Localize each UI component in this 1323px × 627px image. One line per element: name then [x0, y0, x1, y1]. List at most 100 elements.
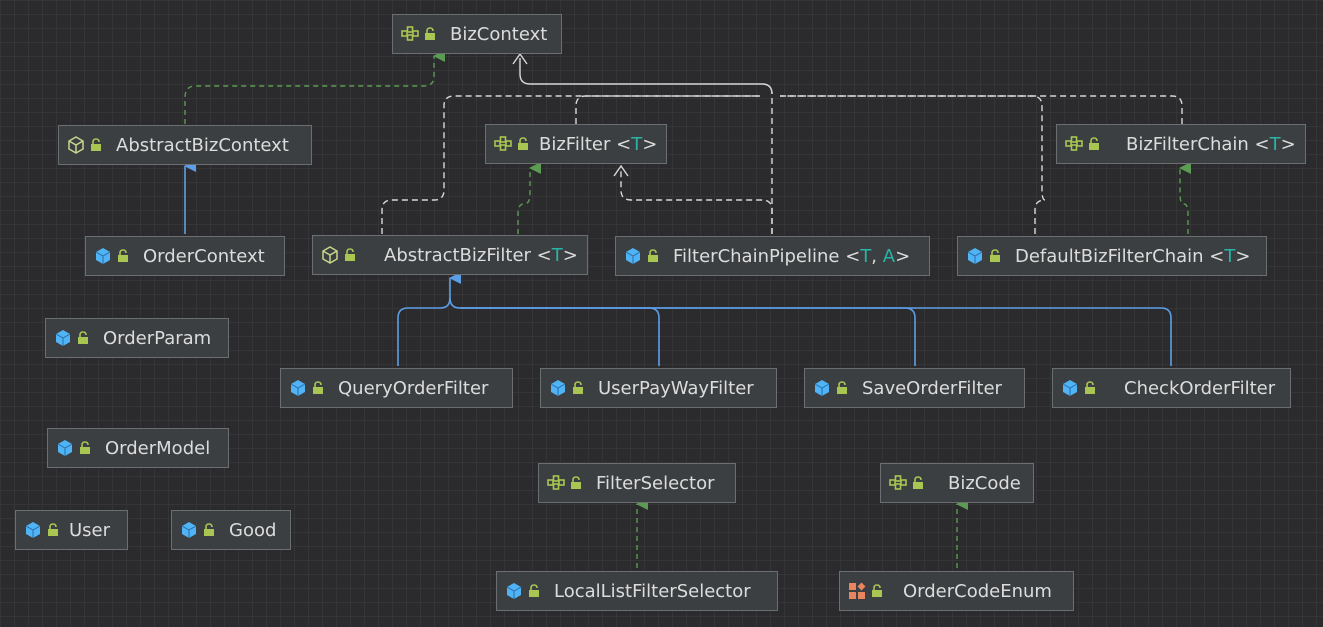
class-icon: [814, 380, 830, 396]
class-icon: [550, 380, 566, 396]
lock-icon: [518, 137, 528, 150]
interface-icon: [889, 475, 907, 490]
edge-check-filter-extends: [460, 307, 1172, 366]
abstract-class-icon: [322, 246, 338, 264]
enum-icon: [849, 582, 866, 599]
node-check-order-filter[interactable]: CheckOrderFilter: [1052, 368, 1291, 408]
interface-icon: [401, 26, 419, 41]
lock-icon: [913, 476, 923, 489]
node-good[interactable]: Good: [171, 510, 291, 550]
type-open: <: [616, 133, 632, 155]
class-name: LocalListFilterSelector: [554, 580, 751, 602]
class-name: BizCode: [948, 472, 1021, 494]
edge-default-chain-to-biz-context: [780, 95, 1046, 234]
node-order-model[interactable]: OrderModel: [47, 428, 229, 468]
class-icon: [1062, 380, 1078, 396]
class-icon: [625, 248, 641, 264]
interface-icon: [494, 136, 512, 151]
type-close: >: [895, 245, 911, 267]
node-biz-filter-chain[interactable]: BizFilterChain < T >: [1056, 124, 1306, 164]
class-icon: [95, 248, 111, 264]
lock-icon: [313, 381, 323, 394]
node-default-biz-filter-chain[interactable]: DefaultBizFilterChain < T >: [957, 236, 1267, 276]
type-param: T: [860, 245, 872, 267]
lock-icon: [91, 138, 101, 151]
node-order-code-enum[interactable]: OrderCodeEnum: [839, 571, 1074, 611]
type-close: >: [562, 244, 578, 266]
edge-abstract-biz-filter-to-biz-context: [381, 95, 760, 234]
class-name: SaveOrderFilter: [862, 377, 1002, 399]
node-local-list-filter-selector[interactable]: LocalListFilterSelector: [496, 571, 778, 611]
class-icon: [181, 522, 197, 538]
edge-query-filter-extends: [397, 272, 461, 366]
lock-icon: [118, 249, 128, 262]
class-name: BizFilter: [539, 133, 611, 155]
type-open: <: [1254, 133, 1270, 155]
lock-icon: [204, 523, 214, 536]
class-name: UserPayWayFilter: [598, 377, 754, 399]
class-name: OrderContext: [143, 245, 265, 267]
abstract-class-icon: [68, 136, 84, 154]
lock-icon: [872, 584, 882, 597]
class-icon: [290, 380, 306, 396]
lock-icon: [990, 249, 1000, 262]
edge-biz-filter-to-biz-context: [575, 95, 760, 124]
edge-pipeline-to-biz-filter: [620, 168, 773, 234]
type-close: >: [1235, 245, 1251, 267]
lock-icon: [1085, 381, 1095, 394]
lock-icon: [529, 584, 539, 597]
lock-icon: [1089, 137, 1099, 150]
node-order-param[interactable]: OrderParam: [45, 318, 229, 358]
class-name: DefaultBizFilterChain: [1015, 245, 1204, 267]
node-biz-code[interactable]: BizCode: [880, 463, 1034, 503]
class-name: AbstractBizContext: [116, 134, 289, 156]
type-param: A: [882, 245, 896, 267]
node-save-order-filter[interactable]: SaveOrderFilter: [804, 368, 1025, 408]
lock-icon: [80, 441, 90, 454]
lock-icon: [48, 523, 58, 536]
class-icon: [55, 330, 71, 346]
lock-icon: [78, 331, 88, 344]
interface-icon: [1065, 136, 1083, 151]
edge-abstract-biz-context-implements-biz-context: [184, 50, 445, 124]
edge-save-filter-extends: [460, 307, 916, 366]
node-order-context[interactable]: OrderContext: [85, 236, 285, 276]
lock-icon: [573, 381, 583, 394]
type-param: T: [1224, 245, 1236, 267]
node-user[interactable]: User: [15, 510, 128, 550]
type-param: T: [1269, 133, 1281, 155]
type-open: <: [1209, 245, 1225, 267]
class-name: FilterChainPipeline: [673, 245, 840, 267]
type-close: >: [642, 133, 658, 155]
edge-abstract-biz-filter-implements-biz-filter: [517, 162, 541, 234]
class-name: OrderModel: [105, 437, 211, 459]
node-abstract-biz-context[interactable]: AbstractBizContext: [58, 125, 312, 165]
type-separator: ,: [871, 245, 883, 267]
class-name: OrderParam: [103, 327, 212, 349]
class-name: FilterSelector: [596, 472, 715, 494]
node-filter-selector[interactable]: FilterSelector: [538, 463, 736, 503]
edge-default-chain-implements-chain: [1179, 162, 1191, 234]
class-icon: [506, 583, 522, 599]
class-name: CheckOrderFilter: [1124, 377, 1276, 399]
node-abstract-biz-filter[interactable]: AbstractBizFilter < T >: [312, 235, 588, 275]
node-query-order-filter[interactable]: QueryOrderFilter: [280, 368, 513, 408]
class-name: QueryOrderFilter: [338, 377, 489, 399]
class-name: BizFilterChain: [1126, 133, 1249, 155]
node-user-pay-way-filter[interactable]: UserPayWayFilter: [540, 368, 777, 408]
node-biz-context[interactable]: BizContext: [392, 14, 562, 54]
lock-icon: [571, 476, 581, 489]
type-param: T: [631, 133, 643, 155]
lock-icon: [837, 381, 847, 394]
type-open: <: [536, 244, 552, 266]
lock-icon: [345, 248, 355, 261]
node-biz-filter[interactable]: BizFilter < T >: [485, 124, 667, 164]
node-filter-chain-pipeline[interactable]: FilterChainPipeline < T, A >: [615, 236, 930, 276]
class-icon: [967, 248, 983, 264]
lock-icon: [648, 249, 658, 262]
type-param: T: [551, 244, 563, 266]
class-name: User: [69, 519, 111, 541]
interface-icon: [547, 475, 565, 490]
class-name: Good: [229, 519, 277, 541]
class-name: BizContext: [450, 23, 548, 45]
